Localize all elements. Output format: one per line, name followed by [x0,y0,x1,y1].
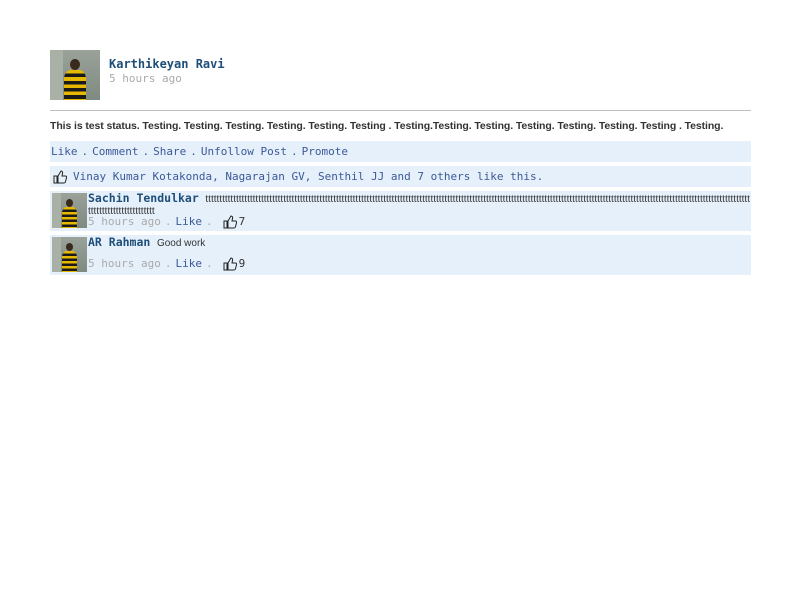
comment-body: AR Rahman Good work 5 hours ago. Like. 9 [88,237,751,271]
author-avatar[interactable] [50,50,100,100]
comment-link[interactable]: Comment [92,145,138,158]
author-name-link[interactable]: Karthikeyan Ravi [109,57,225,71]
likers-list-text[interactable]: Vinay Kumar Kotakonda, Nagarajan GV, Sen… [73,166,543,187]
thumbs-up-icon [223,215,237,229]
commenter-avatar[interactable] [52,237,87,272]
comment-timestamp: 5 hours ago [88,215,161,228]
thumbs-up-icon [223,257,237,271]
separator-dot: . [142,145,150,158]
comment-content: Sachin Tendulkar ttttttttttttttttttttttt… [88,193,751,215]
author-block: Karthikeyan Ravi 5 hours ago [109,50,225,86]
comment-body: Sachin Tendulkar ttttttttttttttttttttttt… [88,193,751,229]
comment-like-count: 7 [238,215,246,228]
separator-dot: . [205,257,213,270]
separator-dot: . [290,145,298,158]
separator-dot: . [164,215,172,228]
post-header: Karthikeyan Ravi 5 hours ago [50,50,751,100]
comment-like-link[interactable]: Like [175,257,202,270]
commenter-avatar[interactable] [52,193,87,228]
comment-like-count: 9 [238,257,246,270]
commenter-name-link[interactable]: AR Rahman [88,237,150,249]
comment-item: Sachin Tendulkar ttttttttttttttttttttttt… [50,191,751,231]
separator-dot: . [164,257,172,270]
comment-meta: 5 hours ago. Like. 7 [88,215,751,229]
separator-dot: . [81,145,89,158]
comment-text: Good work [156,238,206,249]
post-actions-bar: Like. Comment. Share. Unfollow Post. Promote [50,141,751,162]
likes-summary-bar: Vinay Kumar Kotakonda, Nagarajan GV, Sen… [50,166,751,187]
post-timestamp: 5 hours ago [109,72,182,85]
separator-dot: . [205,215,213,228]
commenter-name-link[interactable]: Sachin Tendulkar [88,193,199,205]
unfollow-post-link[interactable]: Unfollow Post [201,145,287,158]
separator-dot: . [190,145,197,158]
like-link[interactable]: Like [51,145,78,158]
status-text: This is test status. Testing. Testing. T… [50,120,724,132]
comment-item: AR Rahman Good work 5 hours ago. Like. 9 [50,235,751,275]
promote-link[interactable]: Promote [302,145,348,158]
comment-timestamp: 5 hours ago [88,257,161,270]
comment-content: AR Rahman Good work [88,237,751,249]
share-link[interactable]: Share [153,145,186,158]
comment-like-link[interactable]: Like [175,215,202,228]
comment-meta: 5 hours ago. Like. 9 [88,257,751,271]
thumbs-up-icon [53,169,68,184]
divider [50,110,751,111]
news-feed-post: Karthikeyan Ravi 5 hours ago This is tes… [50,50,751,275]
